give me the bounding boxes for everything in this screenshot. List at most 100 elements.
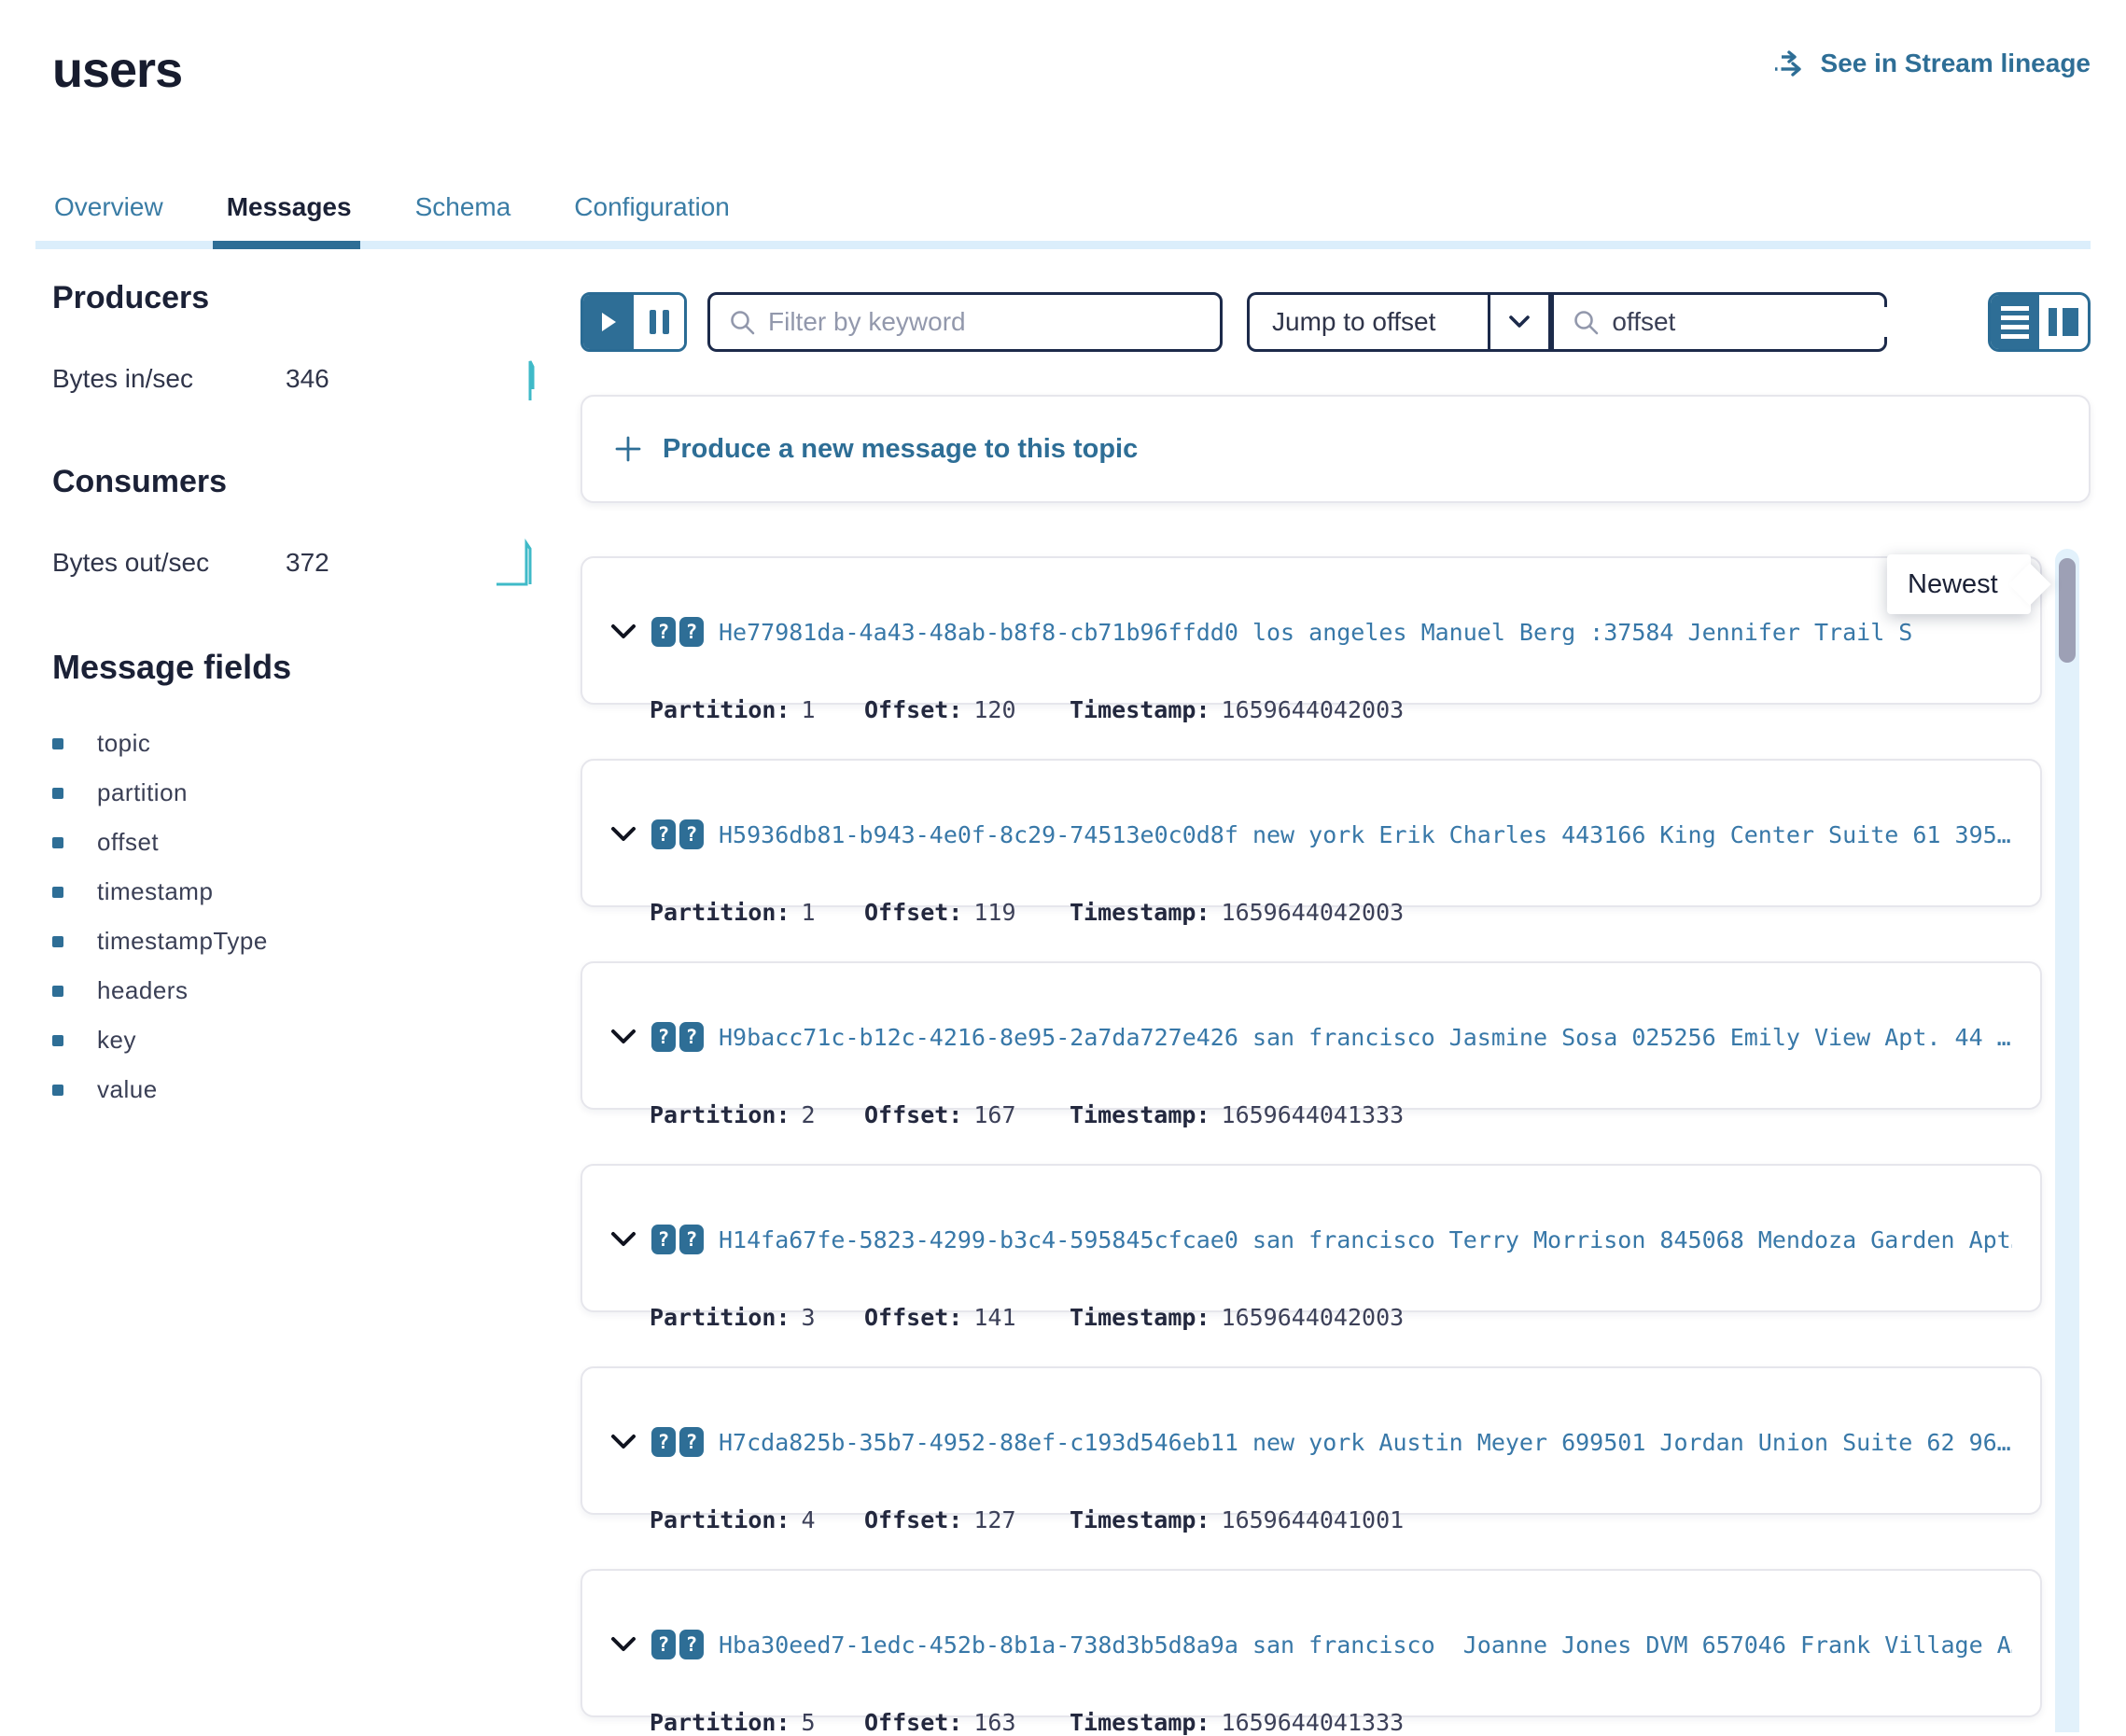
offset-search xyxy=(1551,292,1887,352)
offset-search-input[interactable] xyxy=(1612,307,1949,337)
pause-icon xyxy=(650,310,669,334)
message-summary: H5936db81-b943-4e0f-8c29-74513e0c0d8f ne… xyxy=(719,821,2011,848)
message-fields-heading: Message fields xyxy=(52,648,538,687)
timestamp-value: 1659644041333 xyxy=(1222,1101,1405,1128)
field-item-offset[interactable]: offset xyxy=(52,818,538,867)
message-row[interactable]: ? ? H9bacc71c-b12c-4216-8e95-2a7da727e42… xyxy=(580,961,2042,1110)
filter-keyword-input[interactable] xyxy=(768,307,1201,337)
messages-toolbar: Jump to offset xyxy=(580,292,2091,352)
pause-button[interactable] xyxy=(634,295,684,349)
active-tab-indicator xyxy=(213,241,360,249)
serde-unknown-icons: ? ? xyxy=(651,617,704,647)
unknown-format-icon: ? xyxy=(679,617,704,647)
message-row[interactable]: ? ? H7cda825b-35b7-4952-88ef-c193d546eb1… xyxy=(580,1366,2042,1515)
bullet-icon xyxy=(52,788,63,799)
search-icon xyxy=(1573,309,1599,335)
serde-unknown-icons: ? ? xyxy=(651,1630,704,1659)
chevron-down-icon[interactable] xyxy=(610,1603,636,1687)
chevron-down-icon[interactable] xyxy=(610,995,636,1079)
bytes-in-value: 346 xyxy=(286,364,329,394)
jump-to-offset-select[interactable]: Jump to offset xyxy=(1247,292,1488,352)
field-item-key[interactable]: key xyxy=(52,1015,538,1065)
messages-scrollbar-thumb[interactable] xyxy=(2059,558,2076,663)
tab-overview[interactable]: Overview xyxy=(52,183,165,246)
unknown-format-icon: ? xyxy=(679,1022,704,1052)
partition-value: 3 xyxy=(802,1304,816,1331)
message-row[interactable]: ? ? He77981da-4a43-48ab-b8f8-cb71b96ffdd… xyxy=(580,556,2042,705)
message-summary: Hba30eed7-1edc-452b-8b1a-738d3b5d8a9a sa… xyxy=(719,1631,2012,1659)
bullet-icon xyxy=(52,986,63,997)
field-item-headers[interactable]: headers xyxy=(52,966,538,1015)
select-chevron-down-icon[interactable] xyxy=(1488,292,1551,352)
tab-bar: Overview Messages Schema Configuration xyxy=(0,183,2091,246)
split-view-icon xyxy=(2049,308,2078,336)
jump-select-value: Jump to offset xyxy=(1250,307,1488,337)
timestamp-value: 1659644042003 xyxy=(1222,1304,1405,1331)
message-meta: Partition:1 Offset:120 Timestamp:1659644… xyxy=(650,696,2012,723)
unknown-format-icon: ? xyxy=(651,1225,676,1254)
message-meta: Partition:3 Offset:141 Timestamp:1659644… xyxy=(650,1304,2012,1331)
bytes-in-label: Bytes in/sec xyxy=(52,364,286,394)
timestamp-value: 1659644042003 xyxy=(1222,899,1405,926)
play-icon xyxy=(599,311,618,333)
bytes-out-value: 372 xyxy=(286,548,329,578)
serde-unknown-icons: ? ? xyxy=(651,1427,704,1457)
bullet-icon xyxy=(52,837,63,848)
message-row[interactable]: ? ? H14fa67fe-5823-4299-b3c4-595845cfcae… xyxy=(580,1164,2042,1312)
produce-message-button[interactable]: Produce a new message to this topic xyxy=(580,395,2091,503)
bytes-out-label: Bytes out/sec xyxy=(52,548,286,578)
message-fields-block: Message fields topic partition offset ti… xyxy=(52,648,538,1114)
serde-unknown-icons: ? ? xyxy=(651,1022,704,1052)
message-meta: Partition:1 Offset:119 Timestamp:1659644… xyxy=(650,899,2012,926)
chevron-down-icon[interactable] xyxy=(610,1400,636,1484)
field-item-partition[interactable]: partition xyxy=(52,768,538,818)
produce-message-label: Produce a new message to this topic xyxy=(663,434,1138,465)
unknown-format-icon: ? xyxy=(651,1630,676,1659)
newest-tooltip: Newest xyxy=(1887,554,2031,614)
chevron-down-icon[interactable] xyxy=(610,1197,636,1281)
tab-schema[interactable]: Schema xyxy=(413,183,513,246)
tab-configuration[interactable]: Configuration xyxy=(572,183,732,246)
metrics-sidebar: Producers Bytes in/sec 346 Consumers Byt… xyxy=(52,280,538,1114)
newest-tooltip-label: Newest xyxy=(1908,569,1998,600)
messages-scrollbar-track[interactable] xyxy=(2055,549,2079,1732)
stream-lineage-link[interactable]: See in Stream lineage xyxy=(1772,49,2091,78)
page-title: users xyxy=(52,41,182,99)
live-consume-toggle xyxy=(580,292,687,352)
bytes-out-sparkline xyxy=(495,536,538,590)
bullet-icon xyxy=(52,887,63,898)
partition-value: 4 xyxy=(802,1506,816,1533)
message-row[interactable]: ? ? Hba30eed7-1edc-452b-8b1a-738d3b5d8a9… xyxy=(580,1569,2042,1717)
tab-messages[interactable]: Messages xyxy=(225,183,354,246)
bytes-in-sparkline xyxy=(510,352,538,406)
partition-value: 1 xyxy=(802,899,816,926)
chevron-down-icon[interactable] xyxy=(610,792,636,876)
list-view-button[interactable] xyxy=(1991,295,2039,349)
field-item-topic[interactable]: topic xyxy=(52,719,538,768)
bullet-icon xyxy=(52,1085,63,1096)
search-icon xyxy=(729,309,755,335)
consumers-heading: Consumers xyxy=(52,464,538,500)
offset-value: 119 xyxy=(973,899,1015,926)
view-mode-toggle xyxy=(1988,292,2091,352)
stream-lineage-label: See in Stream lineage xyxy=(1821,49,2091,78)
message-meta: Partition:2 Offset:167 Timestamp:1659644… xyxy=(650,1101,2012,1128)
play-button[interactable] xyxy=(583,295,634,349)
message-summary: He77981da-4a43-48ab-b8f8-cb71b96ffdd0 lo… xyxy=(719,619,1912,646)
message-meta: Partition:4 Offset:127 Timestamp:1659644… xyxy=(650,1506,2012,1533)
field-item-timestamp[interactable]: timestamp xyxy=(52,867,538,917)
unknown-format-icon: ? xyxy=(679,819,704,849)
partition-value: 2 xyxy=(802,1101,816,1128)
bullet-icon xyxy=(52,738,63,749)
message-summary: H14fa67fe-5823-4299-b3c4-595845cfcae0 sa… xyxy=(719,1226,2012,1253)
field-item-value[interactable]: value xyxy=(52,1065,538,1114)
chevron-down-icon[interactable] xyxy=(610,590,636,674)
split-view-button[interactable] xyxy=(2039,295,2088,349)
unknown-format-icon: ? xyxy=(651,1427,676,1457)
field-item-timestampType[interactable]: timestampType xyxy=(52,917,538,966)
bullet-icon xyxy=(52,1035,63,1046)
message-summary: H7cda825b-35b7-4952-88ef-c193d546eb11 ne… xyxy=(719,1429,2011,1456)
message-row[interactable]: ? ? H5936db81-b943-4e0f-8c29-74513e0c0d8… xyxy=(580,759,2042,907)
offset-value: 127 xyxy=(973,1506,1015,1533)
bytes-in-metric: Bytes in/sec 346 xyxy=(52,352,538,406)
